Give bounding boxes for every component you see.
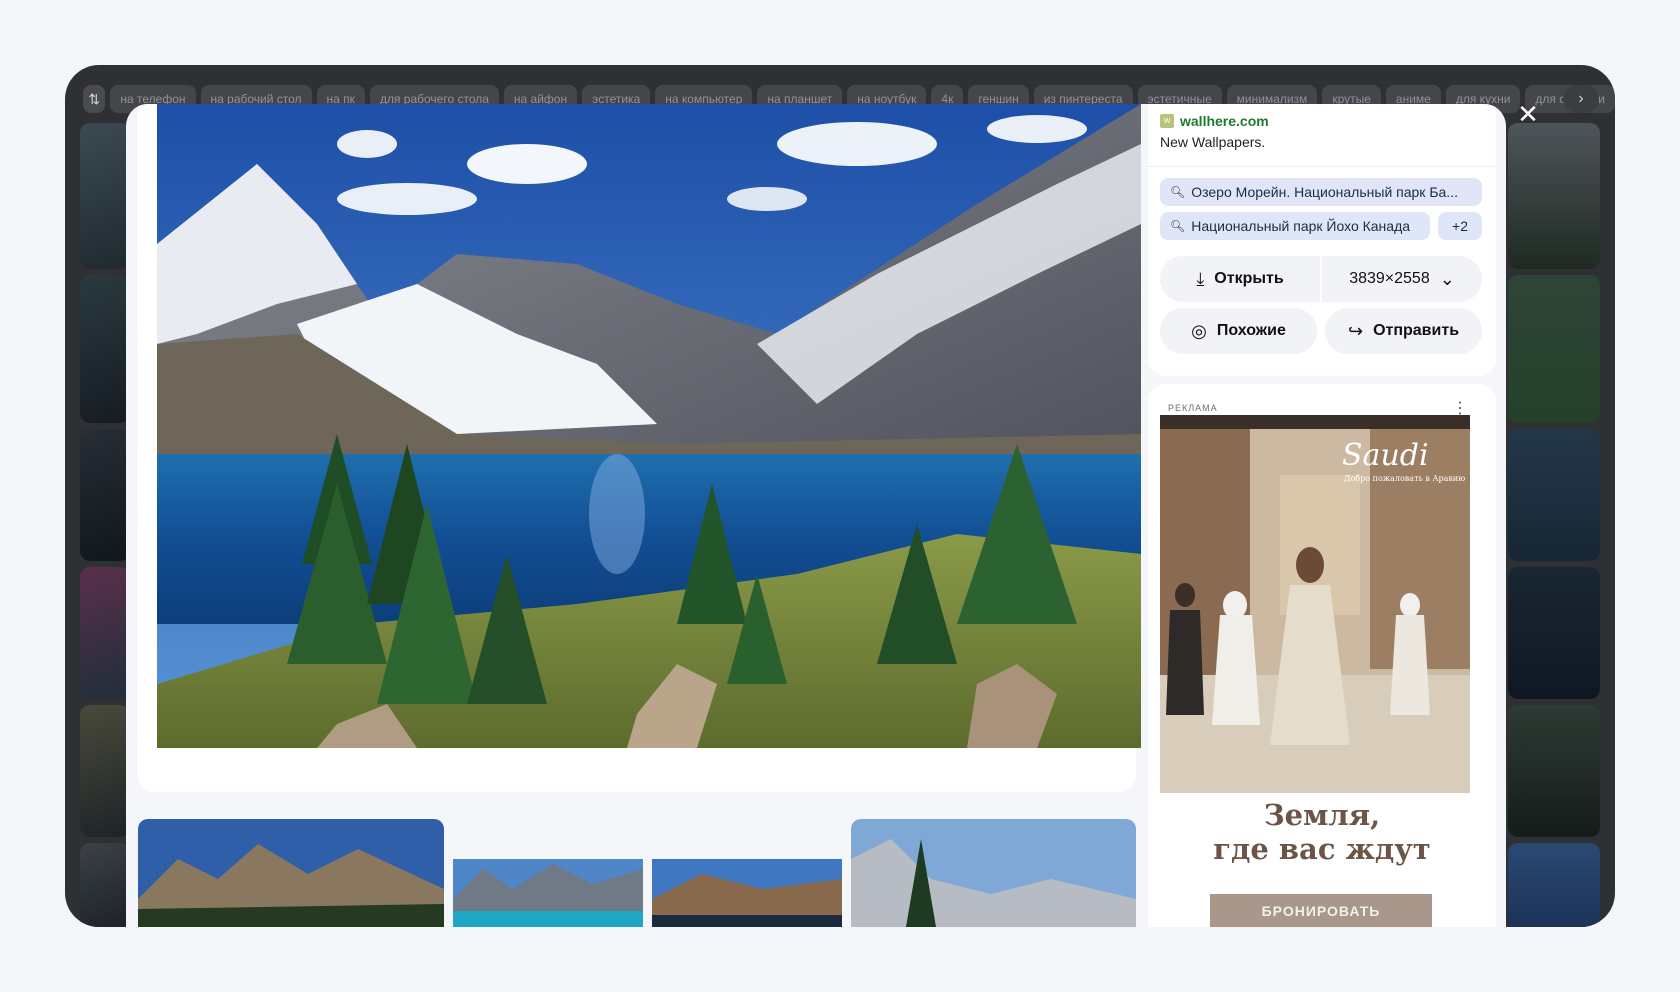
open-label: Открыть: [1214, 270, 1284, 287]
similar-thumbnail[interactable]: [453, 819, 643, 927]
search-icon: 🔍︎: [1170, 185, 1186, 199]
similar-thumbnail[interactable]: [138, 819, 444, 927]
main-image[interactable]: [157, 104, 1141, 748]
chevron-down-icon: ⌄: [1439, 268, 1455, 289]
background-tile[interactable]: [1508, 567, 1600, 699]
advertisement[interactable]: РЕКЛАМА ⋮ Saudi Добро пожаловать в Арави…: [1148, 384, 1496, 927]
tag-chip[interactable]: 🔍︎ Национальный парк Йохо Канада: [1160, 212, 1430, 240]
similar-thumbnail[interactable]: [652, 819, 842, 927]
share-label: Отправить: [1373, 322, 1460, 339]
download-icon: ⤓: [1196, 268, 1205, 289]
chevron-right-icon[interactable]: ›: [1563, 85, 1599, 113]
background-tile[interactable]: [1508, 123, 1600, 269]
close-icon[interactable]: ✕: [1512, 98, 1544, 130]
image-info-panel: W wallhere.com New Wallpapers. 🔍︎ Озеро …: [1148, 104, 1496, 376]
background-tile[interactable]: [1508, 429, 1600, 561]
source-title[interactable]: New Wallpapers.: [1160, 134, 1265, 150]
ad-label: РЕКЛАМА: [1168, 403, 1218, 413]
similar-label: Похожие: [1216, 322, 1286, 339]
background-tile[interactable]: [1508, 705, 1600, 837]
background-results-right: [1508, 123, 1600, 927]
background-results-left: [80, 123, 130, 927]
similar-images-strip: [138, 819, 1136, 927]
size-dropdown[interactable]: 3839×2558 ⌄: [1322, 256, 1482, 302]
background-tile[interactable]: [80, 275, 130, 423]
similar-button[interactable]: ◎ Похожие: [1160, 308, 1317, 354]
similar-thumbnail[interactable]: [851, 819, 1136, 927]
more-tags-button[interactable]: +2: [1438, 212, 1482, 240]
source-domain[interactable]: wallhere.com: [1180, 113, 1269, 129]
source-row[interactable]: W wallhere.com: [1160, 113, 1269, 129]
share-button[interactable]: ↪ Отправить: [1325, 308, 1482, 354]
background-tile[interactable]: [80, 843, 130, 927]
image-viewer-modal: W wallhere.com New Wallpapers. 🔍︎ Озеро …: [126, 104, 1506, 927]
site-favicon-icon: W: [1160, 114, 1174, 128]
ad-brand-tagline: Добро пожаловать в Аравию: [1344, 474, 1465, 483]
divider: [1148, 166, 1496, 167]
search-icon: 🔍︎: [1170, 219, 1186, 233]
background-tile[interactable]: [80, 567, 130, 699]
image-stage: [138, 104, 1141, 792]
camera-search-icon: ◎: [1191, 320, 1207, 341]
tag-chip[interactable]: 🔍︎ Озеро Морейн. Национальный парк Ба...: [1160, 178, 1482, 206]
size-label: 3839×2558: [1349, 270, 1430, 287]
ad-image[interactable]: Saudi Добро пожаловать в Аравию: [1160, 415, 1470, 793]
background-tile[interactable]: [1508, 843, 1600, 927]
background-tile[interactable]: [80, 705, 130, 837]
ad-headline-line2: где вас ждут: [1213, 832, 1431, 866]
ad-headline[interactable]: Земля, где вас ждут: [1148, 798, 1496, 866]
background-tile[interactable]: [80, 429, 130, 561]
background-tile[interactable]: [1508, 275, 1600, 423]
tag-label: Национальный парк Йохо Канада: [1191, 218, 1411, 234]
ad-brand-logo: Saudi: [1342, 438, 1429, 473]
tag-label: Озеро Морейн. Национальный парк Ба...: [1191, 184, 1458, 200]
background-tile[interactable]: [80, 123, 130, 269]
sliders-icon[interactable]: ⇅: [83, 85, 106, 113]
share-icon: ↪: [1347, 320, 1364, 341]
open-button[interactable]: ⤓ Открыть: [1160, 256, 1320, 302]
ad-book-button[interactable]: БРОНИРОВАТЬ: [1210, 894, 1432, 927]
ad-headline-line1: Земля,: [1263, 798, 1381, 832]
